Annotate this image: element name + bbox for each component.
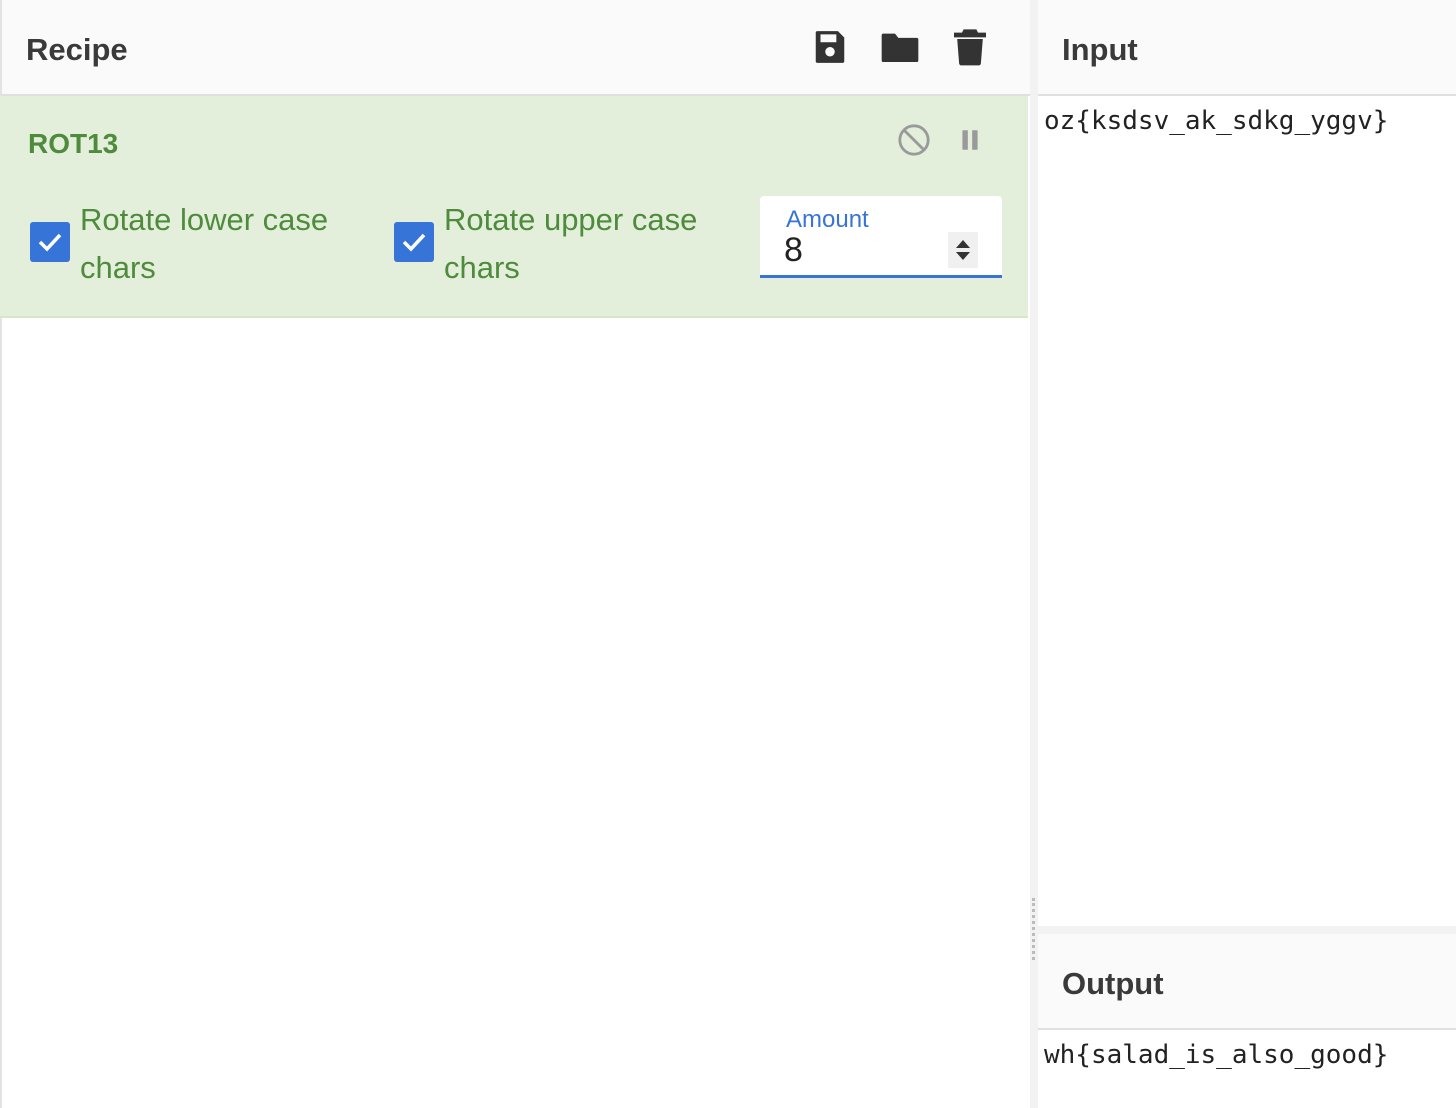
lower-case-label: Rotate lower case chars [80,202,329,285]
folder-icon[interactable] [880,26,920,68]
input-text[interactable]: oz{ksdsv_ak_sdkg_yggv} [1038,96,1456,146]
operation-title: ROT13 [28,128,119,159]
recipe-header: Recipe [2,0,1030,96]
disable-icon[interactable] [896,122,932,158]
upper-case-option: Rotate upper case chars [394,196,724,292]
input-header: Input [1038,0,1456,96]
lower-case-checkbox[interactable] [30,222,70,262]
output-pane: Output wh{salad_is_also_good} [1038,934,1456,1108]
recipe-toolbar [810,26,990,68]
resize-handle[interactable] [1032,898,1035,960]
recipe-title: Recipe [26,32,128,67]
amount-input[interactable] [784,232,944,268]
upper-case-checkbox[interactable] [394,222,434,262]
output-divider[interactable] [1038,926,1456,934]
operation-controls [896,122,988,158]
amount-field: Amount [760,196,1002,278]
output-title: Output [1062,966,1164,1001]
amount-stepper[interactable] [948,232,978,268]
stepper-down-icon[interactable] [956,252,970,260]
input-pane: Input oz{ksdsv_ak_sdkg_yggv} [1038,0,1456,926]
amount-label: Amount [786,206,869,233]
input-title: Input [1062,32,1138,67]
trash-icon[interactable] [950,26,990,68]
stepper-up-icon[interactable] [956,240,970,248]
upper-case-label: Rotate upper case chars [444,202,698,285]
lower-case-option: Rotate lower case chars [30,196,360,292]
save-icon[interactable] [810,26,850,68]
output-text[interactable]: wh{salad_is_also_good} [1038,1030,1456,1080]
pause-icon[interactable] [952,122,988,158]
output-header: Output [1038,934,1456,1030]
rot13-operation[interactable]: ROT13 Rotate lower case chars Rotate upp… [0,96,1028,318]
